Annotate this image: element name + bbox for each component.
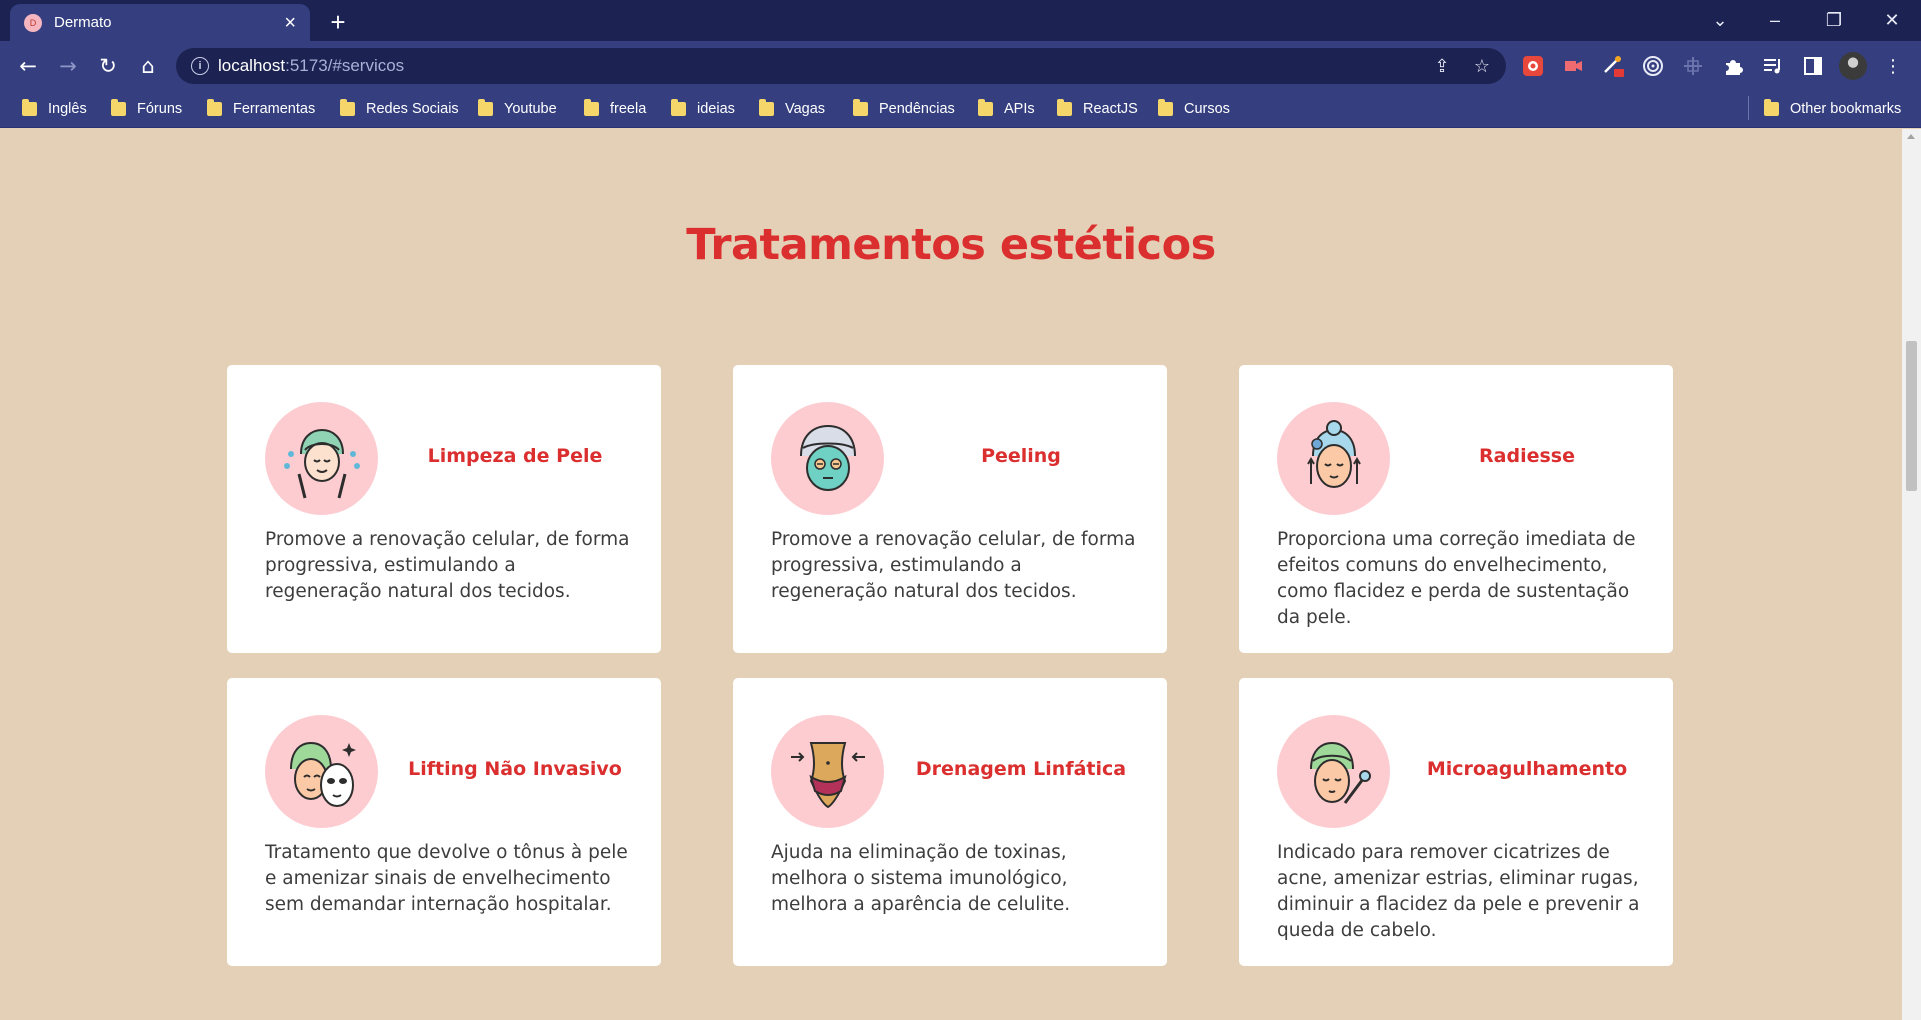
service-title: Limpeza de Pele: [427, 445, 603, 467]
bookmarks-bar: Inglês Fóruns Ferramentas Redes Sociais …: [0, 90, 1921, 128]
home-button[interactable]: ⌂: [131, 49, 165, 83]
folder-icon: [853, 99, 868, 116]
service-title: Microagulhamento: [1426, 758, 1628, 780]
forward-button[interactable]: →: [51, 49, 85, 83]
site-info-icon[interactable]: i: [191, 57, 209, 75]
reload-button[interactable]: ↻: [91, 49, 125, 83]
folder-icon: [584, 99, 599, 116]
menu-kebab-icon[interactable]: ⋮: [1879, 52, 1907, 80]
service-description: Indicado para remover cicatrizes de acne…: [1277, 842, 1640, 941]
service-title: Radiesse: [1479, 445, 1575, 467]
bookmark-folder[interactable]: Ferramentas: [207, 99, 315, 119]
service-description: Promove a renovação celular, de forma pr…: [265, 529, 630, 602]
service-title: Lifting Não Invasivo: [408, 758, 622, 780]
bookmark-folder[interactable]: APIs: [978, 99, 1035, 119]
browser-tab-strip: D Dermato × + ⌄ – ❐ ✕: [0, 0, 1921, 41]
close-window-button[interactable]: ✕: [1869, 0, 1915, 40]
body-drainage-icon: [771, 715, 884, 828]
service-card: Microagulhamento Indicado para remover c…: [1239, 678, 1673, 966]
extension-ruler-icon[interactable]: [1679, 52, 1707, 80]
face-lift-icon: [1277, 402, 1390, 515]
service-description: Tratamento que devolve o tônus à pele e …: [265, 842, 628, 915]
bookmark-folder[interactable]: ReactJS: [1057, 99, 1138, 119]
browser-toolbar: ← → ↻ ⌂ i localhost:5173/#servicos ⇪ ☆ ⋮: [0, 41, 1921, 90]
extensions-puzzle-icon[interactable]: [1719, 52, 1747, 80]
minimize-button[interactable]: –: [1752, 0, 1798, 40]
share-icon[interactable]: ⇪: [1430, 54, 1454, 78]
scroll-up-arrow-icon[interactable]: [1907, 134, 1915, 139]
service-card: Peeling Promove a renovação celular, de …: [733, 365, 1167, 653]
folder-icon: [22, 99, 37, 116]
bookmark-folder[interactable]: ideias: [671, 99, 735, 119]
tab-search-chevron-icon[interactable]: ⌄: [1697, 0, 1743, 40]
service-description: Proporciona uma correção imediata de efe…: [1277, 529, 1636, 628]
service-title: Peeling: [981, 445, 1061, 467]
other-bookmarks-folder[interactable]: Other bookmarks: [1764, 99, 1901, 119]
side-panel-icon[interactable]: [1799, 52, 1827, 80]
extension-target-icon[interactable]: [1639, 52, 1667, 80]
extension-red-icon[interactable]: [1519, 52, 1547, 80]
folder-icon: [207, 99, 222, 116]
bookmark-folder[interactable]: Cursos: [1158, 99, 1230, 119]
media-queue-icon[interactable]: [1759, 52, 1787, 80]
new-tab-button[interactable]: +: [322, 6, 354, 38]
tab-title: Dermato: [54, 14, 112, 31]
bookmark-folder[interactable]: Pendências: [853, 99, 955, 119]
page-scrollbar[interactable]: [1902, 129, 1921, 1020]
folder-icon: [671, 99, 686, 116]
microneedling-icon: [1277, 715, 1390, 828]
restore-button[interactable]: ❐: [1811, 0, 1857, 40]
bookmark-folder[interactable]: Redes Sociais: [340, 99, 459, 119]
folder-icon: [111, 99, 126, 116]
sheet-mask-icon: [265, 715, 378, 828]
url-text[interactable]: localhost:5173/#servicos: [218, 56, 404, 76]
folder-icon: [340, 99, 355, 116]
service-title: Drenagem Linfática: [915, 758, 1127, 780]
back-button[interactable]: ←: [11, 49, 45, 83]
bookmarks-divider: [1748, 96, 1749, 120]
bookmark-folder[interactable]: Inglês: [22, 99, 87, 119]
folder-icon: [759, 99, 774, 116]
bookmark-folder[interactable]: Fóruns: [111, 99, 182, 119]
folder-icon: [1158, 99, 1173, 116]
bookmark-folder[interactable]: freela: [584, 99, 646, 119]
page-viewport: Tratamentos estéticos Limpeza de Pele Pr…: [0, 129, 1902, 1020]
service-description: Ajuda na eliminação de toxinas, melhora …: [771, 842, 1071, 915]
bookmark-folder[interactable]: Vagas: [759, 99, 825, 119]
service-card: Limpeza de Pele Promove a renovação celu…: [227, 365, 661, 653]
extension-video-icon[interactable]: [1559, 52, 1587, 80]
scrollbar-thumb[interactable]: [1906, 341, 1917, 491]
face-cleansing-icon: [265, 402, 378, 515]
section-title: Tratamentos estéticos: [686, 220, 1216, 270]
bookmark-star-icon[interactable]: ☆: [1470, 54, 1494, 78]
bookmark-folder[interactable]: Youtube: [478, 99, 557, 119]
service-card: Radiesse Proporciona uma correção imedia…: [1239, 365, 1673, 653]
profile-avatar[interactable]: [1839, 52, 1867, 80]
service-card: Drenagem Linfática Ajuda na eliminação d…: [733, 678, 1167, 966]
folder-icon: [1057, 99, 1072, 116]
close-tab-icon[interactable]: ×: [284, 13, 296, 33]
folder-icon: [978, 99, 993, 116]
service-description: Promove a renovação celular, de forma pr…: [771, 529, 1136, 602]
favicon-icon: D: [24, 13, 42, 32]
service-card: Lifting Não Invasivo Tratamento que devo…: [227, 678, 661, 966]
folder-icon: [478, 99, 493, 116]
address-bar[interactable]: i localhost:5173/#servicos ⇪ ☆: [176, 48, 1506, 84]
folder-icon: [1764, 99, 1779, 116]
face-mask-icon: [771, 402, 884, 515]
extension-picker-icon[interactable]: [1599, 52, 1627, 80]
browser-tab[interactable]: D Dermato ×: [10, 4, 310, 41]
